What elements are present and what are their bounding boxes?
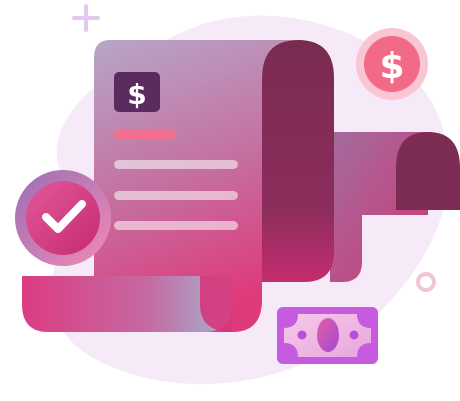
receipt-line-2 <box>114 191 238 200</box>
receipt-line-1 <box>114 160 238 169</box>
small-ring-icon <box>416 272 436 292</box>
receipt-tail-right-roll <box>396 132 460 210</box>
receipt-line-3 <box>114 221 238 230</box>
receipt-roll <box>262 40 334 282</box>
receipt-accent-line <box>114 130 176 139</box>
check-badge <box>26 181 100 255</box>
banknote-icon <box>277 307 378 364</box>
plus-icon <box>72 4 100 32</box>
receipt-dollar-symbol: $ <box>127 78 146 111</box>
coin-dollar-symbol: $ <box>379 46 404 87</box>
receipt-payment-illustration: $ $ <box>15 4 460 385</box>
